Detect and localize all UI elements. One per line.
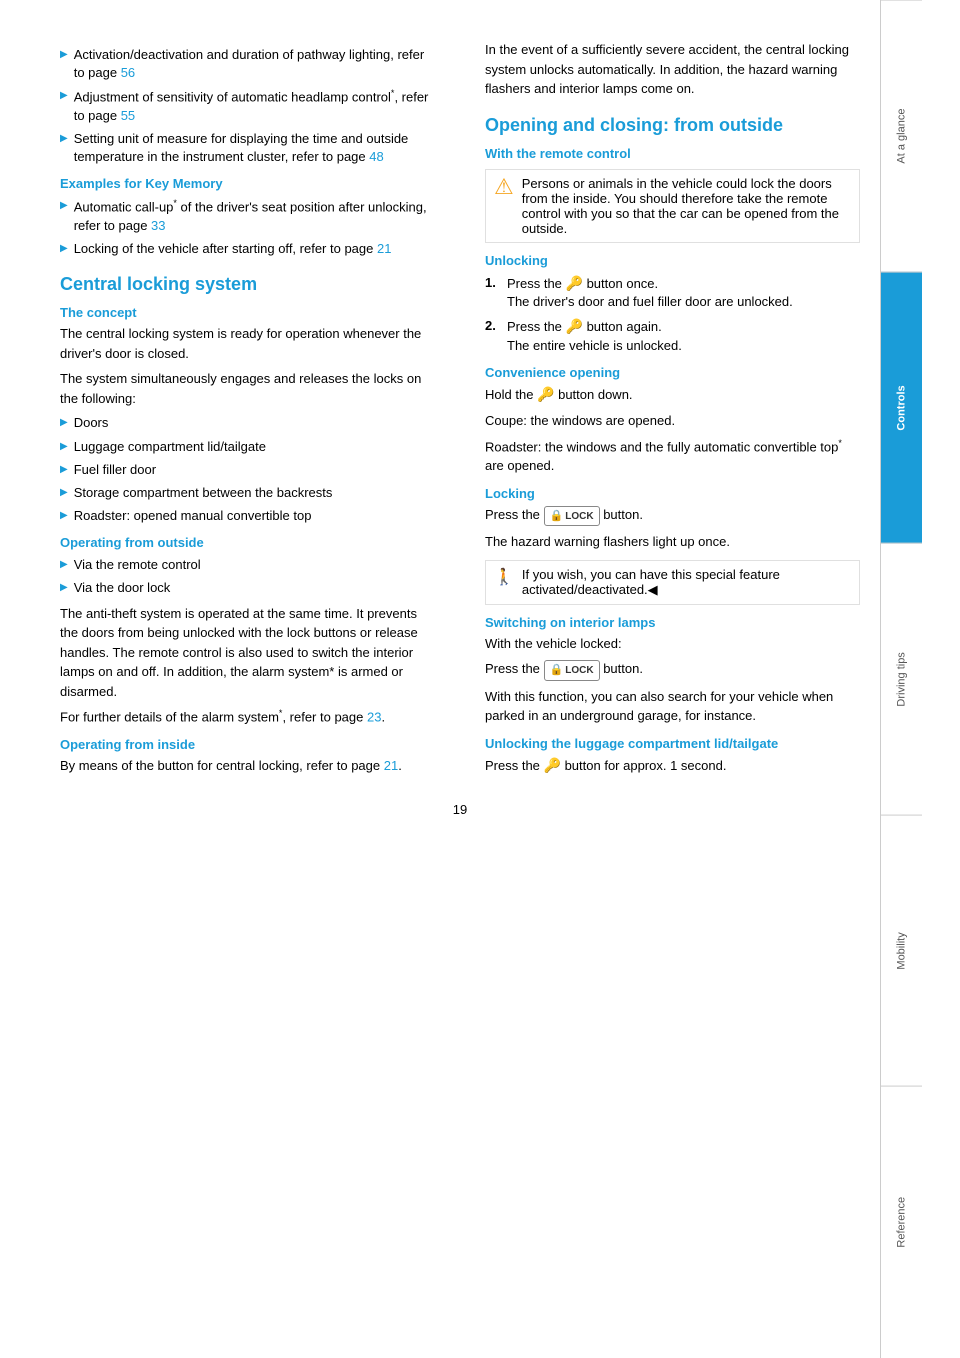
key-icon: 🔑 [566, 318, 583, 334]
op-outside-heading: Operating from outside [60, 535, 435, 550]
list-item: ▶ Locking of the vehicle after starting … [60, 240, 435, 258]
concept-para1: The central locking system is ready for … [60, 324, 435, 363]
key-icon: 🔑 [537, 386, 554, 402]
switch-lamps-para3: With this function, you can also search … [485, 687, 860, 726]
op-outside-para: The anti-theft system is operated at the… [60, 604, 435, 702]
conv-opening-heading: Convenience opening [485, 365, 860, 380]
intro-para: In the event of a sufficiently severe ac… [485, 40, 860, 99]
list-item: ▶ Roadster: opened manual convertible to… [60, 507, 435, 525]
bullet-arrow-icon: ▶ [60, 132, 68, 146]
main-content: ▶ Activation/deactivation and duration o… [0, 0, 880, 1358]
list-item: ▶ Automatic call-up* of the driver's sea… [60, 197, 435, 235]
bullet-arrow-icon: ▶ [60, 509, 68, 523]
bullet-arrow-icon: ▶ [60, 440, 68, 454]
concept-items-list: ▶ Doors ▶ Luggage compartment lid/tailga… [60, 414, 435, 525]
list-item: ▶ Activation/deactivation and duration o… [60, 46, 435, 82]
remote-heading: With the remote control [485, 146, 860, 161]
list-item: ▶ Storage compartment between the backre… [60, 484, 435, 502]
warning-triangle-icon: ⚠ [494, 176, 514, 198]
list-item: ▶ Luggage compartment lid/tailgate [60, 438, 435, 456]
locking-info-text: If you wish, you can have this special f… [522, 567, 851, 598]
switch-lamps-para1: With the vehicle locked: [485, 634, 860, 654]
locking-heading: Locking [485, 486, 860, 501]
list-item: ▶ Setting unit of measure for displaying… [60, 130, 435, 166]
op-outside-list: ▶ Via the remote control ▶ Via the door … [60, 556, 435, 597]
examples-list: ▶ Automatic call-up* of the driver's sea… [60, 197, 435, 258]
locking-para1: Press the 🔒 LOCK button. [485, 505, 860, 527]
switch-lamps-heading: Switching on interior lamps [485, 615, 860, 630]
sidebar-tab-driving-tips[interactable]: Driving tips [881, 543, 922, 815]
examples-heading: Examples for Key Memory [60, 176, 435, 191]
concept-para2: The system simultaneously engages and re… [60, 369, 435, 408]
bullet-arrow-icon: ▶ [60, 242, 68, 256]
lock-button-icon: 🔒 LOCK [544, 660, 600, 681]
bullet-arrow-icon: ▶ [60, 463, 68, 477]
list-item: 2. Press the 🔑 button again.The entire v… [485, 317, 860, 355]
switch-lamps-para2: Press the 🔒 LOCK button. [485, 659, 860, 681]
central-locking-heading: Central locking system [60, 274, 435, 295]
conv-opening-para3: Roadster: the windows and the fully auto… [485, 437, 860, 476]
unlocking-luggage-para: Press the 🔑 button for approx. 1 second. [485, 755, 860, 776]
bullet-arrow-icon: ▶ [60, 486, 68, 500]
unlocking-heading: Unlocking [485, 253, 860, 268]
list-item: ▶ Adjustment of sensitivity of automatic… [60, 87, 435, 125]
list-item: ▶ Via the door lock [60, 579, 435, 597]
conv-opening-para2: Coupe: the windows are opened. [485, 411, 860, 431]
conv-opening-para1: Hold the 🔑 button down. [485, 384, 860, 405]
sidebar-tab-mobility[interactable]: Mobility [881, 815, 922, 1087]
list-item: ▶ Fuel filler door [60, 461, 435, 479]
person-icon: 🚶 [494, 567, 514, 587]
bullet-arrow-icon: ▶ [60, 581, 68, 595]
trunk-button-icon: 🔑 [544, 757, 561, 773]
list-item: ▶ Doors [60, 414, 435, 432]
two-column-layout: ▶ Activation/deactivation and duration o… [60, 40, 860, 782]
bullet-arrow-icon: ▶ [60, 416, 68, 430]
key-icon: 🔑 [566, 275, 583, 291]
list-item: ▶ Via the remote control [60, 556, 435, 574]
sidebar: At a glance Controls Driving tips Mobili… [880, 0, 922, 1358]
op-inside-heading: Operating from inside [60, 737, 435, 752]
opening-heading: Opening and closing: from outside [485, 115, 860, 136]
sidebar-tab-reference[interactable]: Reference [881, 1086, 922, 1358]
op-inside-para: By means of the button for central locki… [60, 756, 435, 776]
list-item: 1. Press the 🔑 button once.The driver's … [485, 274, 860, 312]
bullet-arrow-icon: ▶ [60, 558, 68, 572]
left-column: ▶ Activation/deactivation and duration o… [60, 40, 445, 782]
bullet-arrow-icon: ▶ [60, 48, 68, 62]
bullet-arrow-icon: ▶ [60, 199, 68, 213]
bullet-arrow-icon: ▶ [60, 89, 68, 103]
page-number: 19 [60, 802, 860, 837]
top-bullet-list: ▶ Activation/deactivation and duration o… [60, 46, 435, 166]
op-outside-para2: For further details of the alarm system*… [60, 707, 435, 727]
sidebar-tab-controls[interactable]: Controls [881, 272, 922, 544]
warning-text: Persons or animals in the vehicle could … [522, 176, 851, 236]
lock-button-icon: 🔒 LOCK [544, 506, 600, 527]
unlocking-steps: 1. Press the 🔑 button once.The driver's … [485, 274, 860, 356]
right-column: In the event of a sufficiently severe ac… [475, 40, 860, 782]
sidebar-tab-at-a-glance[interactable]: At a glance [881, 0, 922, 272]
concept-heading: The concept [60, 305, 435, 320]
page-container: ▶ Activation/deactivation and duration o… [0, 0, 960, 1358]
unlocking-luggage-heading: Unlocking the luggage compartment lid/ta… [485, 736, 860, 751]
locking-para2: The hazard warning flashers light up onc… [485, 532, 860, 552]
locking-info-box: 🚶 If you wish, you can have this special… [485, 560, 860, 605]
warning-box: ⚠ Persons or animals in the vehicle coul… [485, 169, 860, 243]
